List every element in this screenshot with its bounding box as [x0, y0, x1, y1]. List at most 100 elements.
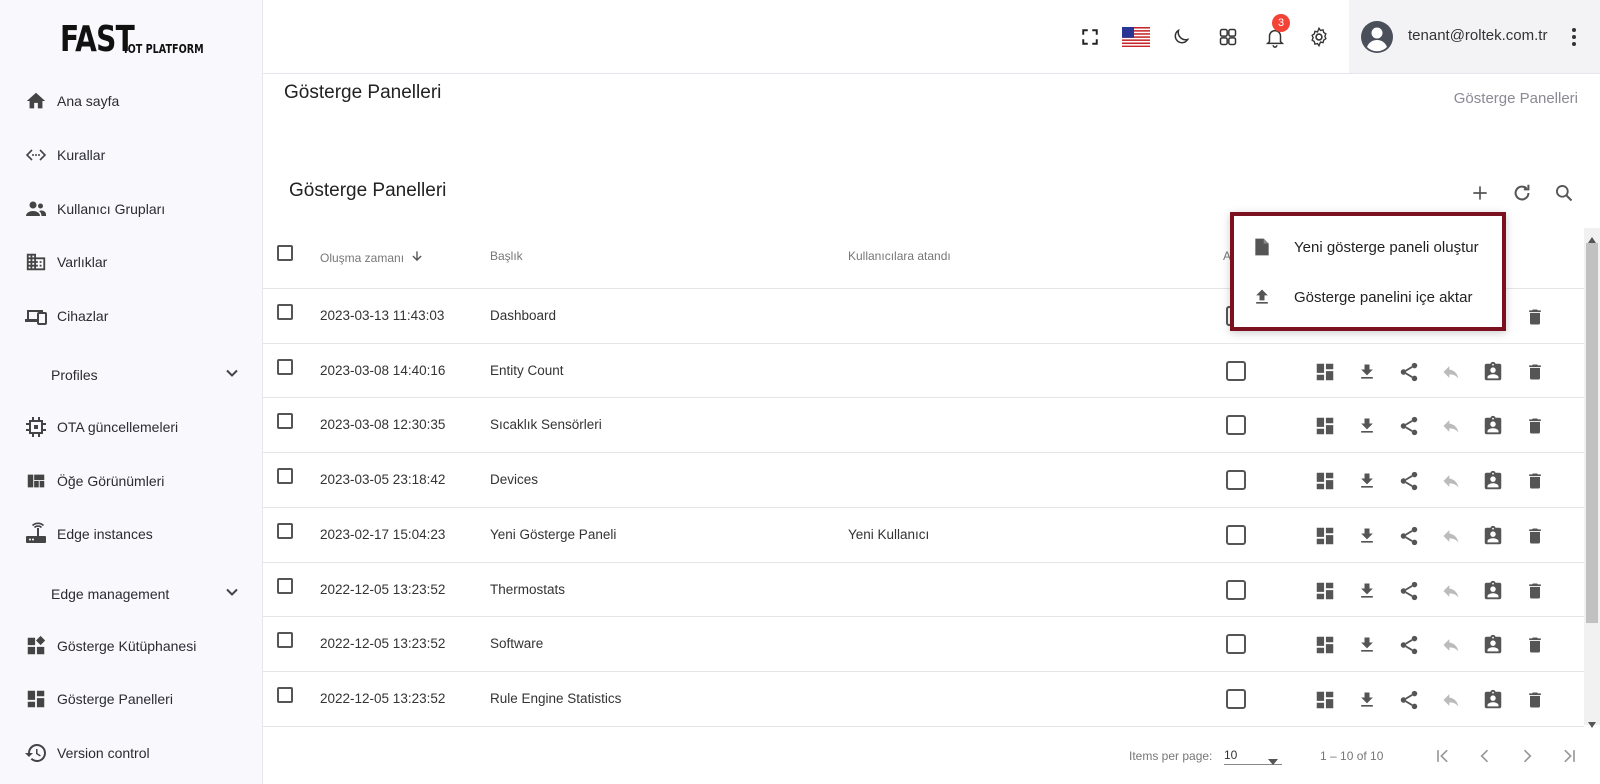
table-row[interactable]: 2022-12-05 13:23:52 Thermostats — [263, 561, 1584, 617]
delete-icon[interactable] — [1523, 633, 1547, 657]
row-select-checkbox[interactable] — [277, 468, 293, 485]
last-page-icon[interactable] — [1557, 744, 1581, 768]
sidebar-item-home[interactable]: Ana sayfa — [0, 81, 262, 121]
sidebar-item-dashboards[interactable]: Gösterge Panelleri — [0, 679, 262, 719]
sidebar-item-widget-library[interactable]: Gösterge Kütüphanesi — [0, 626, 262, 666]
add-icon[interactable] — [1467, 180, 1493, 206]
table-row[interactable]: 2022-12-05 13:23:52 Software — [263, 616, 1584, 671]
settings-gear-icon[interactable] — [1306, 24, 1332, 50]
make-private-icon[interactable] — [1439, 414, 1463, 438]
assign-customers-icon[interactable] — [1481, 524, 1505, 548]
row-public-checkbox[interactable] — [1226, 634, 1246, 655]
sidebar-item-version-control[interactable]: Version control — [0, 733, 262, 773]
share-icon[interactable] — [1397, 469, 1421, 493]
fast-iot-logo[interactable]: FAST IOT PLATFORM — [60, 18, 224, 58]
row-public-checkbox[interactable] — [1226, 415, 1246, 436]
open-dashboard-icon[interactable] — [1313, 579, 1337, 603]
make-private-icon[interactable] — [1439, 360, 1463, 384]
delete-icon[interactable] — [1523, 524, 1547, 548]
share-icon[interactable] — [1397, 688, 1421, 712]
delete-icon[interactable] — [1523, 688, 1547, 712]
make-private-icon[interactable] — [1439, 524, 1463, 548]
share-icon[interactable] — [1397, 360, 1421, 384]
row-public-checkbox[interactable] — [1226, 524, 1246, 545]
row-select-checkbox[interactable] — [277, 413, 293, 430]
first-page-icon[interactable] — [1431, 744, 1455, 768]
row-select-checkbox[interactable] — [277, 577, 293, 594]
row-select-checkbox[interactable] — [277, 304, 293, 320]
open-dashboard-icon[interactable] — [1313, 524, 1337, 548]
assign-customers-icon[interactable] — [1481, 688, 1505, 712]
row-public-checkbox[interactable] — [1226, 360, 1246, 381]
sidebar-item-user-groups[interactable]: Kullanıcı Grupları — [0, 189, 262, 229]
table-row[interactable]: 2023-02-17 15:04:23 Yeni Gösterge Paneli Y… — [263, 506, 1584, 562]
column-header-assigned-customers[interactable]: Kullanıcılara atandı — [848, 249, 951, 263]
row-select-checkbox[interactable] — [277, 686, 293, 703]
import-dashboard-menu-item[interactable]: Gösterge panelini içe aktar — [1234, 272, 1502, 322]
row-select-checkbox[interactable] — [277, 358, 293, 375]
user-avatar-icon[interactable] — [1360, 20, 1394, 54]
share-icon[interactable] — [1397, 633, 1421, 657]
assign-customers-icon[interactable] — [1481, 414, 1505, 438]
delete-icon[interactable] — [1523, 469, 1547, 493]
export-dashboard-icon[interactable] — [1355, 524, 1379, 548]
share-icon[interactable] — [1397, 579, 1421, 603]
previous-page-icon[interactable] — [1473, 744, 1497, 768]
open-dashboard-icon[interactable] — [1313, 414, 1337, 438]
delete-icon[interactable] — [1523, 305, 1547, 329]
sidebar-item-ota-updates[interactable]: OTA güncellemeleri — [0, 407, 262, 447]
next-page-icon[interactable] — [1515, 744, 1539, 768]
search-icon[interactable] — [1551, 180, 1577, 206]
apps-grid-icon[interactable] — [1215, 24, 1241, 50]
sidebar-item-assets[interactable]: Varlıklar — [0, 242, 262, 282]
row-public-checkbox[interactable] — [1226, 579, 1246, 600]
table-scrollbar-thumb[interactable] — [1586, 243, 1598, 623]
make-private-icon[interactable] — [1439, 579, 1463, 603]
sidebar-group-edge-management[interactable]: Edge management — [0, 574, 262, 614]
sidebar-item-devices[interactable]: Cihazlar — [0, 296, 262, 336]
open-dashboard-icon[interactable] — [1313, 688, 1337, 712]
export-dashboard-icon[interactable] — [1355, 579, 1379, 603]
export-dashboard-icon[interactable] — [1355, 469, 1379, 493]
sidebar-item-edge-instances[interactable]: Edge instances — [0, 514, 262, 554]
share-icon[interactable] — [1397, 524, 1421, 548]
fullscreen-icon[interactable] — [1077, 24, 1103, 50]
assign-customers-icon[interactable] — [1481, 633, 1505, 657]
sidebar-group-profiles[interactable]: Profiles — [0, 355, 262, 395]
table-row[interactable]: 2023-03-05 23:18:42 Devices — [263, 452, 1584, 507]
scroll-down-arrow-icon[interactable] — [1588, 715, 1596, 733]
refresh-icon[interactable] — [1509, 180, 1535, 206]
more-vert-icon[interactable] — [1565, 24, 1583, 50]
export-dashboard-icon[interactable] — [1355, 414, 1379, 438]
share-icon[interactable] — [1397, 414, 1421, 438]
delete-icon[interactable] — [1523, 360, 1547, 384]
delete-icon[interactable] — [1523, 579, 1547, 603]
table-row[interactable]: 2023-03-08 14:40:16 Entity Count — [263, 342, 1584, 398]
table-row[interactable]: 2023-03-08 12:30:35 Sıcaklık Sensörleri — [263, 397, 1584, 452]
scroll-up-arrow-icon[interactable] — [1588, 230, 1596, 248]
row-public-checkbox[interactable] — [1226, 688, 1246, 709]
export-dashboard-icon[interactable] — [1355, 360, 1379, 384]
make-private-icon[interactable] — [1439, 469, 1463, 493]
assign-customers-icon[interactable] — [1481, 469, 1505, 493]
row-select-checkbox[interactable] — [277, 632, 293, 649]
breadcrumb[interactable]: Gösterge Panelleri — [1454, 90, 1578, 107]
select-all-checkbox[interactable] — [277, 245, 293, 261]
open-dashboard-icon[interactable] — [1313, 360, 1337, 384]
column-header-title[interactable]: Başlık — [490, 249, 523, 263]
row-select-checkbox[interactable] — [277, 522, 293, 539]
us-flag-icon[interactable] — [1121, 24, 1151, 50]
export-dashboard-icon[interactable] — [1355, 633, 1379, 657]
open-dashboard-icon[interactable] — [1313, 469, 1337, 493]
make-private-icon[interactable] — [1439, 633, 1463, 657]
make-private-icon[interactable] — [1439, 688, 1463, 712]
sidebar-item-widget-views[interactable]: Öğe Görünümleri — [0, 461, 262, 501]
open-dashboard-icon[interactable] — [1313, 633, 1337, 657]
page-size-select[interactable]: 10 — [1224, 745, 1282, 765]
row-public-checkbox[interactable] — [1226, 470, 1246, 491]
assign-customers-icon[interactable] — [1481, 579, 1505, 603]
column-header-created[interactable]: Oluşma zamanı — [320, 249, 424, 266]
assign-customers-icon[interactable] — [1481, 360, 1505, 384]
export-dashboard-icon[interactable] — [1355, 688, 1379, 712]
dark-mode-icon[interactable] — [1168, 24, 1194, 50]
